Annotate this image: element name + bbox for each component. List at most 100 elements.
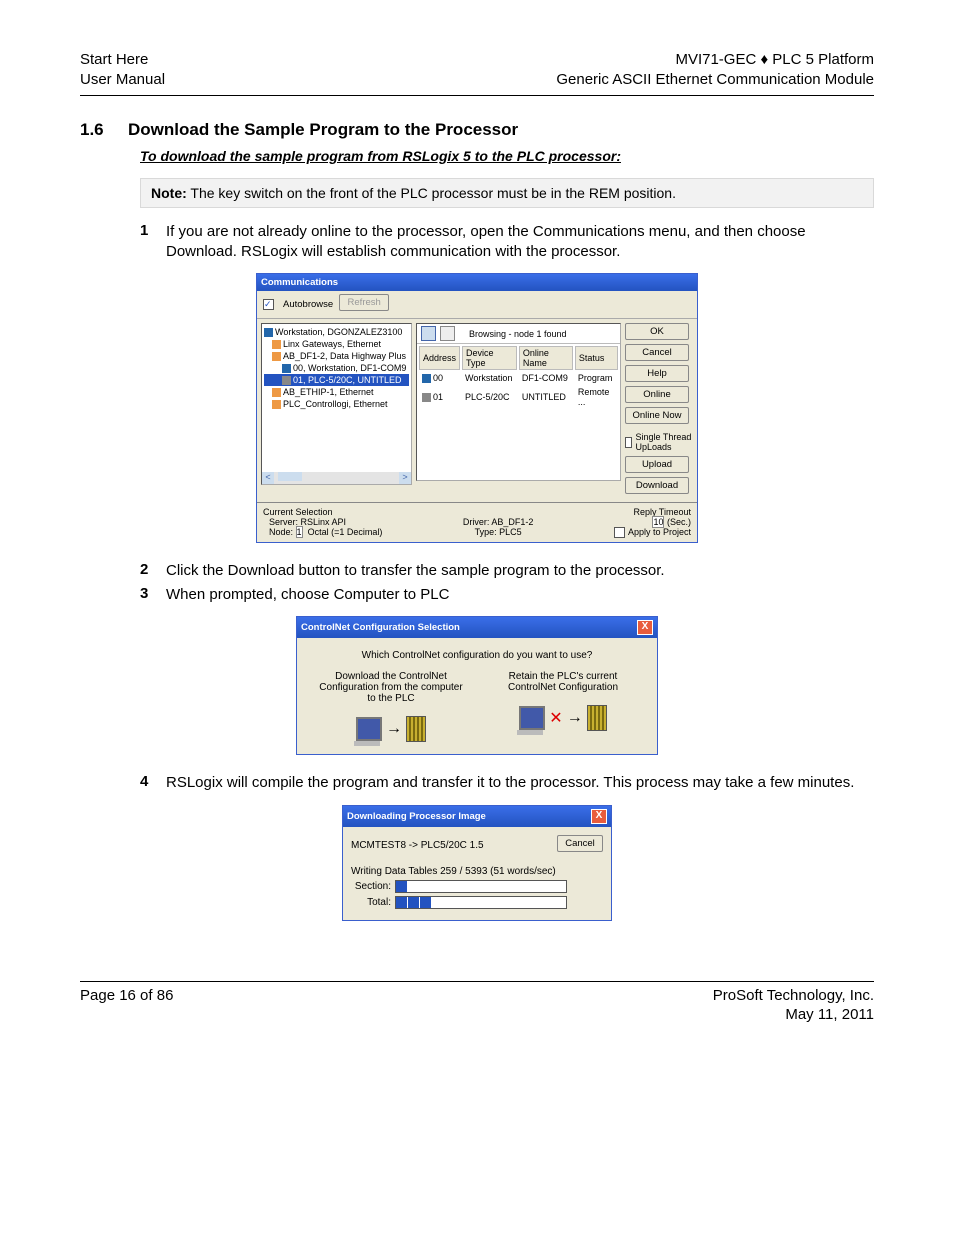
help-button[interactable]: Help: [625, 365, 689, 382]
tree-df1[interactable]: AB_DF1-2, Data Highway Plus: [264, 350, 409, 362]
cell-status-1: Program: [575, 372, 618, 384]
scroll-thumb[interactable]: [278, 472, 302, 481]
tree-hscroll[interactable]: < >: [262, 472, 411, 484]
scroll-right-icon[interactable]: >: [399, 472, 411, 484]
col-status[interactable]: Status: [575, 346, 618, 370]
tree-plc-selected[interactable]: 01, PLC-5/20C, UNTITLED: [264, 374, 409, 386]
online-button[interactable]: Online: [625, 386, 689, 403]
downloading-title: Downloading Processor Image: [347, 811, 486, 822]
step-4-number: 4: [140, 773, 166, 793]
network-icon: [272, 388, 281, 397]
arrow-right-icon: →: [567, 709, 583, 727]
single-thread-label: Single Thread UpLoads: [635, 432, 693, 452]
server-label: Server: RSLinx API: [263, 517, 382, 527]
tree-workstation[interactable]: Workstation, DGONZALEZ3100: [264, 326, 409, 338]
table-row[interactable]: 01 PLC-5/20C UNTITLED Remote ...: [419, 386, 618, 408]
driver-label: Driver: AB_DF1-2: [463, 517, 534, 527]
transfer-text: MCMTEST8 -> PLC5/20C 1.5: [351, 840, 484, 851]
ok-button[interactable]: OK: [625, 323, 689, 340]
plc-icon: [282, 376, 291, 385]
cell-addr-2: 01: [433, 392, 443, 402]
single-thread-checkbox[interactable]: [625, 437, 632, 448]
section-subheading: To download the sample program from RSLo…: [140, 148, 874, 164]
network-icon: [272, 340, 281, 349]
col-onlinename[interactable]: Online Name: [519, 346, 573, 370]
section-title-text: Download the Sample Program to the Proce…: [128, 120, 518, 139]
page-number: Page 16 of 86: [80, 986, 173, 1025]
col-devicetype[interactable]: Device Type: [462, 346, 517, 370]
node-input[interactable]: 1: [296, 526, 303, 538]
browsing-status: Browsing - node 1 found: [469, 329, 567, 339]
cell-addr-1: 00: [433, 373, 443, 383]
tree-clogix[interactable]: PLC_Controllogi, Ethernet: [264, 398, 409, 410]
step-1-text: If you are not already online to the pro…: [166, 222, 874, 261]
tree-df1-label: AB_DF1-2, Data Highway Plus: [283, 351, 406, 361]
step-3-number: 3: [140, 585, 166, 605]
table-row[interactable]: 00 Workstation DF1-COM9 Program: [419, 372, 618, 384]
octal-label: Octal (=1 Decimal): [308, 527, 383, 537]
network-icon: [272, 352, 281, 361]
header-divider: [80, 95, 874, 96]
note-box: Note: The key switch on the front of the…: [140, 178, 874, 208]
footer-date: May 11, 2011: [713, 1005, 874, 1025]
workstation-icon: [282, 364, 291, 373]
cell-status-2: Remote ...: [575, 386, 618, 408]
download-button[interactable]: Download: [625, 477, 689, 494]
step-4-text: RSLogix will compile the program and tra…: [166, 773, 874, 793]
device-table: Address Device Type Online Name Status 0…: [417, 344, 620, 410]
autobrowse-label: Autobrowse: [283, 299, 333, 310]
footer-company: ProSoft Technology, Inc.: [713, 986, 874, 1006]
plc-rack-icon: [587, 705, 607, 731]
tree-clogix-label: PLC_Controllogi, Ethernet: [283, 399, 388, 409]
cancel-x-icon: ✕: [549, 708, 562, 728]
type-label: Type: PLC5: [463, 527, 534, 537]
section-heading: 1.6Download the Sample Program to the Pr…: [80, 120, 874, 140]
controlnet-title: ControlNet Configuration Selection: [301, 622, 460, 633]
communications-title: Communications: [261, 277, 338, 288]
computer-icon: [519, 706, 545, 730]
arrow-right-icon: →: [386, 720, 402, 738]
upload-button[interactable]: Upload: [625, 456, 689, 473]
plc-rack-icon: [406, 716, 426, 742]
section-number: 1.6: [80, 120, 128, 140]
total-progress: [395, 896, 567, 909]
retain-plc-button[interactable]: ✕ →: [487, 701, 639, 735]
node-label: Node:: [269, 527, 293, 537]
note-label: Note:: [151, 185, 187, 201]
refresh-button[interactable]: Refresh: [339, 294, 389, 311]
cancel-button[interactable]: Cancel: [625, 344, 689, 361]
apply-checkbox[interactable]: [614, 527, 625, 538]
cancel-button[interactable]: Cancel: [557, 835, 603, 852]
view-list-icon[interactable]: [421, 326, 436, 341]
tree-ethip[interactable]: AB_ETHIP-1, Ethernet: [264, 386, 409, 398]
network-icon: [272, 400, 281, 409]
computer-to-plc-button[interactable]: →: [315, 712, 467, 746]
footer-divider: [80, 981, 874, 982]
device-tree[interactable]: Workstation, DGONZALEZ3100 Linx Gateways…: [261, 323, 412, 485]
tree-ethip-label: AB_ETHIP-1, Ethernet: [283, 387, 374, 397]
controlnet-question: Which ControlNet configuration do you wa…: [305, 650, 649, 661]
workstation-icon: [264, 328, 273, 337]
online-now-button[interactable]: Online Now: [625, 407, 689, 424]
current-selection-label: Current Selection: [263, 507, 382, 517]
view-details-icon[interactable]: [440, 326, 455, 341]
autobrowse-checkbox[interactable]: [263, 299, 274, 310]
tree-plc-label: 01, PLC-5/20C, UNTITLED: [293, 375, 402, 385]
cell-name-2: UNTITLED: [519, 386, 573, 408]
scroll-left-icon[interactable]: <: [262, 472, 274, 484]
col-address[interactable]: Address: [419, 346, 460, 370]
sec-label: (Sec.): [667, 517, 691, 527]
close-icon[interactable]: X: [591, 809, 607, 824]
header-section: Start Here: [80, 50, 165, 70]
tree-ws-df1[interactable]: 00, Workstation, DF1-COM9: [264, 362, 409, 374]
communications-titlebar: Communications: [257, 274, 697, 291]
retain-cnet-label: Retain the PLC's current ControlNet Conf…: [487, 671, 639, 693]
controlnet-dialog: ControlNet Configuration Selection X Whi…: [296, 616, 658, 755]
downloading-dialog: Downloading Processor Image X MCMTEST8 -…: [342, 805, 612, 921]
tree-workstation-label: Workstation, DGONZALEZ3100: [275, 327, 402, 337]
close-icon[interactable]: X: [637, 620, 653, 635]
workstation-icon: [422, 374, 431, 383]
tree-linx[interactable]: Linx Gateways, Ethernet: [264, 338, 409, 350]
downloading-titlebar: Downloading Processor Image X: [343, 806, 611, 827]
step-2-number: 2: [140, 561, 166, 581]
